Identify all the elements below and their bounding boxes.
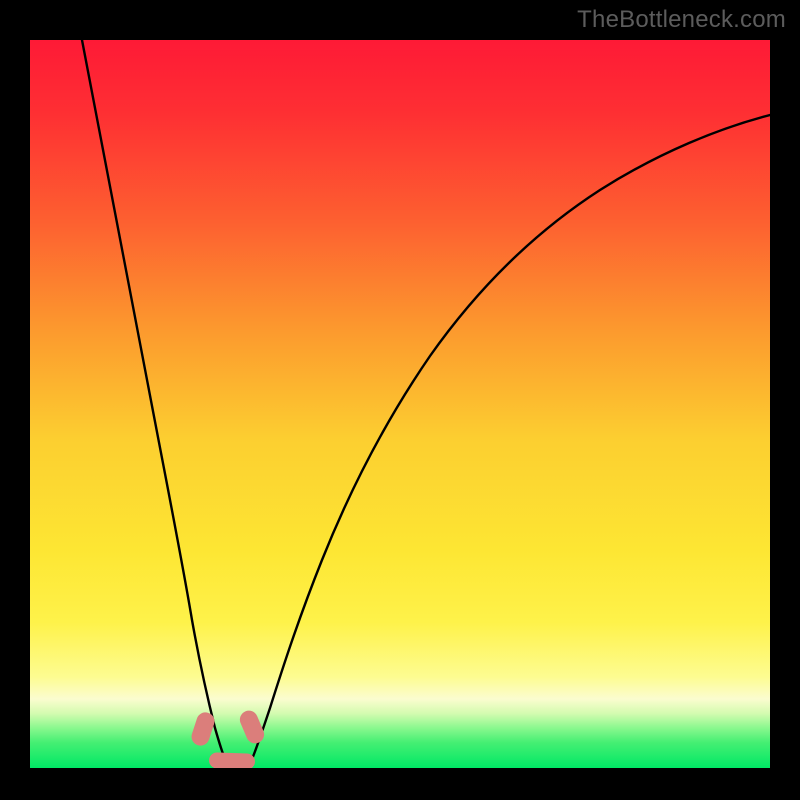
marker-blob-floor — [209, 752, 256, 768]
plot-area — [30, 40, 770, 768]
chart-frame: TheBottleneck.com — [0, 0, 800, 800]
chart-svg — [30, 40, 770, 768]
watermark-text: TheBottleneck.com — [577, 6, 786, 34]
